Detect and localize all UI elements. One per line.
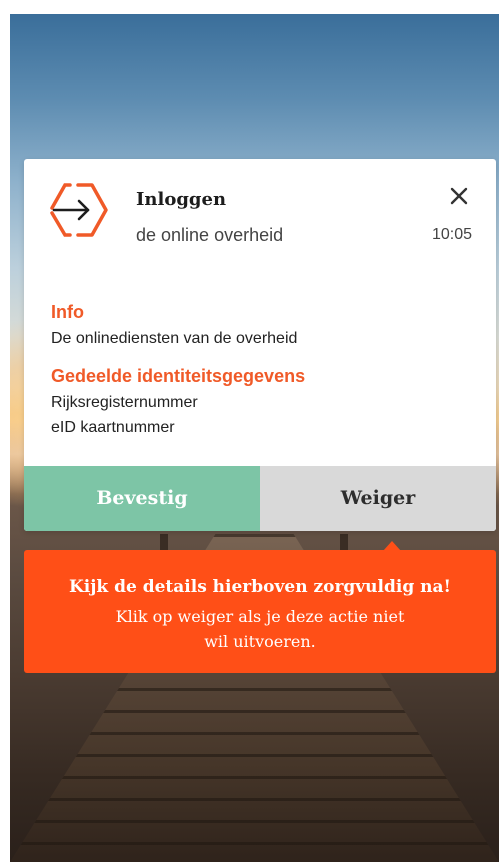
confirm-button[interactable]: Bevestig xyxy=(24,466,260,531)
shared-data-heading: Gedeelde identiteitsgegevens xyxy=(51,366,306,386)
warning-pointer xyxy=(383,541,401,551)
login-request-card: Inloggen de online overheid 10:05 Info D… xyxy=(24,159,496,531)
info-heading: Info xyxy=(51,302,84,322)
close-icon[interactable] xyxy=(446,183,472,209)
login-arrow-hexagon-icon xyxy=(50,183,108,237)
notification-time: 10:05 xyxy=(431,226,472,243)
warning-banner: Kijk de details hierboven zorgvuldig na!… xyxy=(24,541,496,673)
warning-title: Kijk de details hierboven zorgvuldig na! xyxy=(69,577,451,597)
shared-item-eid-kaartnummer: eID kaartnummer xyxy=(51,419,175,436)
notification-title: Inloggen xyxy=(136,189,227,210)
info-text: De onlinediensten van de overheid xyxy=(51,330,298,347)
notification-subtitle: de online overheid xyxy=(136,225,284,245)
reject-button[interactable]: Weiger xyxy=(260,466,496,531)
warning-line-1: Klik op weiger als je deze actie niet xyxy=(115,607,405,626)
warning-line-2: wil uitvoeren. xyxy=(204,632,316,651)
shared-item-rijksregisternummer: Rijksregisternummer xyxy=(51,394,198,411)
action-buttons: Bevestig Weiger xyxy=(24,466,496,531)
